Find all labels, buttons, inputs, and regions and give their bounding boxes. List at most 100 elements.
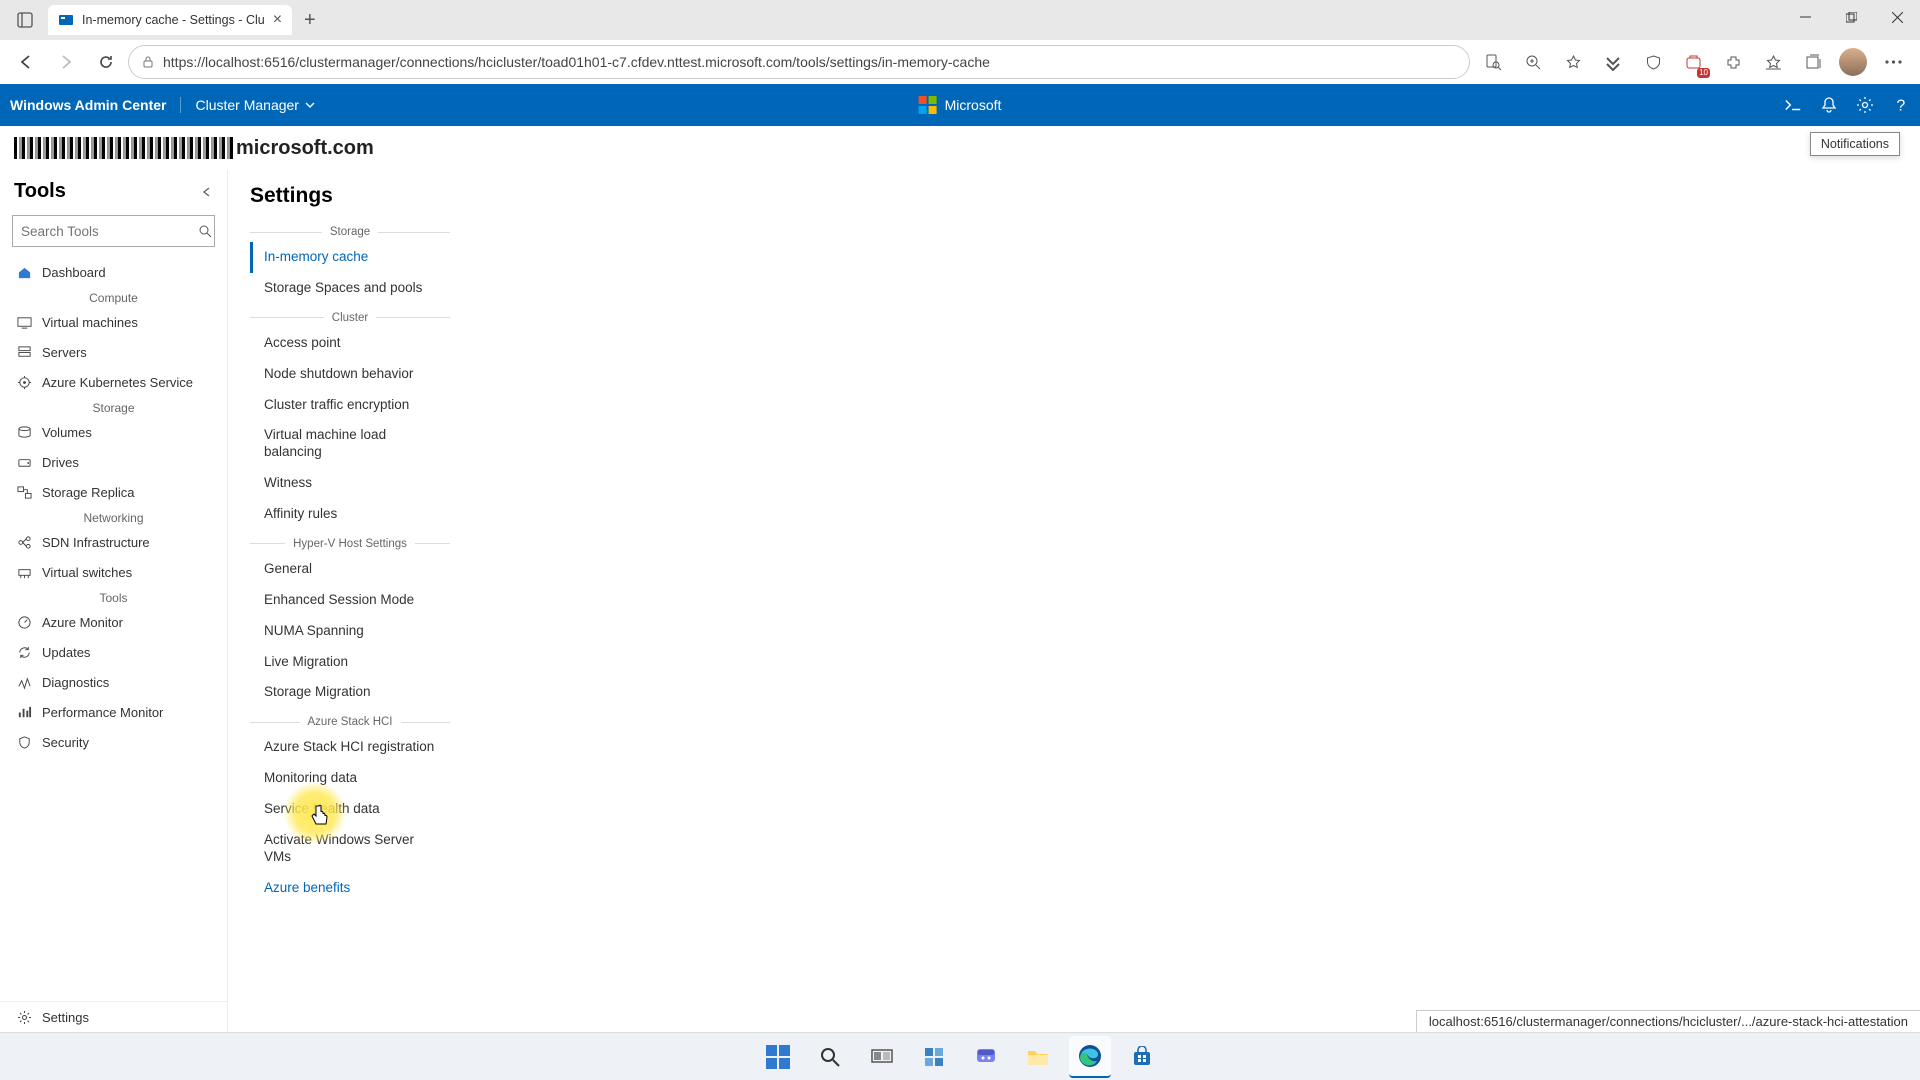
new-tab-button[interactable]: +: [296, 9, 324, 32]
collections2-button[interactable]: [1794, 44, 1832, 80]
notifications-button[interactable]: [1820, 96, 1838, 114]
settings-item-enhanced-session-mode[interactable]: Enhanced Session Mode: [250, 585, 450, 616]
main-area: Tools DashboardComputeVirtual machinesSe…: [0, 170, 1920, 1032]
settings-item-in-memory-cache[interactable]: In-memory cache: [250, 242, 450, 273]
extensions-button[interactable]: [1714, 44, 1752, 80]
tab-title: In-memory cache - Settings - Clu: [82, 13, 265, 27]
tool-item-label: Virtual switches: [42, 565, 132, 580]
search-button[interactable]: [809, 1036, 851, 1078]
tools-title: Tools: [14, 180, 66, 203]
tool-item-performance-monitor[interactable]: Performance Monitor: [0, 697, 227, 727]
refresh-button[interactable]: [88, 44, 124, 80]
shield-button[interactable]: [1634, 44, 1672, 80]
tools-settings-label: Settings: [42, 1010, 89, 1025]
settings-item-storage-spaces-and-pools[interactable]: Storage Spaces and pools: [250, 273, 450, 304]
address-bar: https://localhost:6516/clustermanager/co…: [0, 40, 1920, 84]
help-button[interactable]: ?: [1892, 96, 1910, 114]
vm-icon: [16, 314, 32, 330]
collections-button[interactable]: 10: [1674, 44, 1712, 80]
back-button[interactable]: [8, 44, 44, 80]
settings-button[interactable]: [1856, 96, 1874, 114]
tool-item-drives[interactable]: Drives: [0, 447, 227, 477]
replica-icon: [16, 484, 32, 500]
settings-item-numa-spanning[interactable]: NUMA Spanning: [250, 616, 450, 647]
settings-item-storage-migration[interactable]: Storage Migration: [250, 677, 450, 708]
wac-scope-dropdown[interactable]: Cluster Manager: [181, 97, 315, 113]
drive-icon: [16, 454, 32, 470]
settings-item-cluster-traffic-encryption[interactable]: Cluster traffic encryption: [250, 390, 450, 421]
tools-settings-item[interactable]: Settings: [0, 1001, 227, 1032]
extensions-overflow-button[interactable]: [1594, 44, 1632, 80]
task-view-button[interactable]: [861, 1036, 903, 1078]
tool-item-security[interactable]: Security: [0, 727, 227, 757]
collections-badge: 10: [1697, 68, 1710, 78]
tool-item-label: Diagnostics: [42, 675, 109, 690]
settings-item-service-health-data[interactable]: Service health data: [250, 794, 450, 825]
window-controls: [1782, 0, 1920, 34]
start-button[interactable]: [757, 1036, 799, 1078]
settings-item-monitoring-data[interactable]: Monitoring data: [250, 763, 450, 794]
settings-item-witness[interactable]: Witness: [250, 468, 450, 499]
security-icon: [16, 734, 32, 750]
tool-item-label: Volumes: [42, 425, 92, 440]
tool-item-diagnostics[interactable]: Diagnostics: [0, 667, 227, 697]
tools-search-box[interactable]: [12, 215, 215, 247]
aks-icon: [16, 374, 32, 390]
tools-search-input[interactable]: [21, 224, 198, 239]
search-in-page-button[interactable]: [1474, 44, 1512, 80]
tool-item-azure-kubernetes-service[interactable]: Azure Kubernetes Service: [0, 367, 227, 397]
console-button[interactable]: [1784, 96, 1802, 114]
volume-icon: [16, 424, 32, 440]
favorite-button[interactable]: [1554, 44, 1592, 80]
tool-item-volumes[interactable]: Volumes: [0, 417, 227, 447]
settings-item-access-point[interactable]: Access point: [250, 328, 450, 359]
tool-item-dashboard[interactable]: Dashboard: [0, 257, 227, 287]
wac-brand[interactable]: Windows Admin Center: [10, 97, 181, 113]
collapse-pane-button[interactable]: [201, 186, 213, 198]
edge-button[interactable]: [1069, 1036, 1111, 1078]
avatar-icon: [1839, 48, 1867, 76]
settings-item-general[interactable]: General: [250, 554, 450, 585]
file-explorer-button[interactable]: [1017, 1036, 1059, 1078]
tool-item-updates[interactable]: Updates: [0, 637, 227, 667]
window-restore-button[interactable]: [1828, 0, 1874, 34]
cluster-name-row: microsoft.com: [0, 126, 1920, 170]
tool-item-servers[interactable]: Servers: [0, 337, 227, 367]
chat-button[interactable]: [965, 1036, 1007, 1078]
tool-item-label: Azure Kubernetes Service: [42, 375, 193, 390]
settings-item-live-migration[interactable]: Live Migration: [250, 647, 450, 678]
tools-list: DashboardComputeVirtual machinesServersA…: [0, 257, 227, 757]
tool-item-azure-monitor[interactable]: Azure Monitor: [0, 607, 227, 637]
url-input[interactable]: https://localhost:6516/clustermanager/co…: [128, 45, 1470, 79]
settings-item-activate-windows-server-vms[interactable]: Activate Windows Server VMs: [250, 825, 450, 873]
zoom-button[interactable]: [1514, 44, 1552, 80]
forward-button[interactable]: [48, 44, 84, 80]
settings-item-virtual-machine-load-balancing[interactable]: Virtual machine load balancing: [250, 420, 450, 468]
settings-item-azure-benefits[interactable]: Azure benefits: [250, 873, 450, 904]
tool-item-sdn-infrastructure[interactable]: SDN Infrastructure: [0, 527, 227, 557]
profile-button[interactable]: [1834, 44, 1872, 80]
tab-actions-button[interactable]: [6, 1, 44, 39]
tool-item-virtual-machines[interactable]: Virtual machines: [0, 307, 227, 337]
settings-item-node-shutdown-behavior[interactable]: Node shutdown behavior: [250, 359, 450, 390]
widgets-button[interactable]: [913, 1036, 955, 1078]
tool-item-virtual-switches[interactable]: Virtual switches: [0, 557, 227, 587]
tool-item-storage-replica[interactable]: Storage Replica: [0, 477, 227, 507]
browser-tab-active[interactable]: In-memory cache - Settings - Clu ×: [48, 5, 292, 35]
window-minimize-button[interactable]: [1782, 0, 1828, 34]
settings-item-affinity-rules[interactable]: Affinity rules: [250, 499, 450, 530]
chevron-down-icon: [305, 100, 315, 110]
store-button[interactable]: [1121, 1036, 1163, 1078]
folder-icon: [1026, 1047, 1050, 1067]
search-icon: [198, 224, 212, 238]
tool-item-label: Updates: [42, 645, 90, 660]
more-button[interactable]: [1874, 44, 1912, 80]
settings-group-label: Hyper-V Host Settings: [250, 538, 450, 550]
taskbar: [0, 1032, 1920, 1080]
tab-actions-icon: [17, 12, 33, 28]
tab-close-icon[interactable]: ×: [273, 11, 282, 29]
favorites-bar-button[interactable]: [1754, 44, 1792, 80]
svg-text:?: ?: [1897, 98, 1906, 114]
window-close-button[interactable]: [1874, 0, 1920, 34]
settings-item-azure-stack-hci-registration[interactable]: Azure Stack HCI registration: [250, 732, 450, 763]
